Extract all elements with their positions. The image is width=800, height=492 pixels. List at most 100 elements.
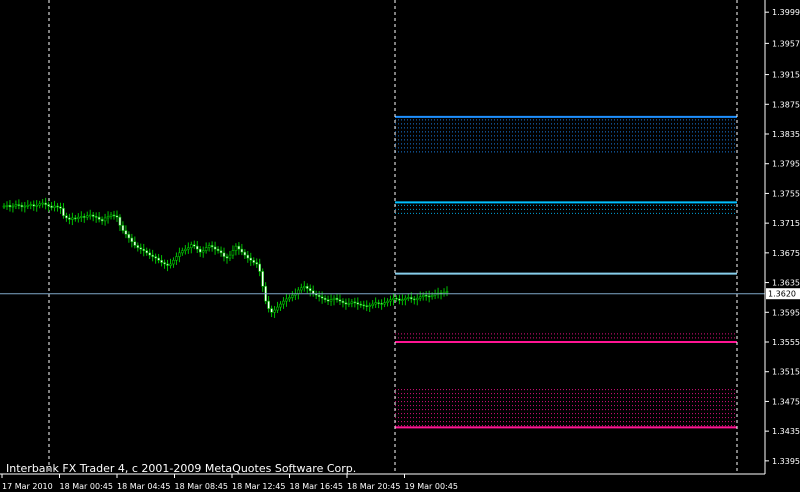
candle-body bbox=[133, 241, 137, 246]
y-tick-label: 1.3915 bbox=[772, 71, 800, 80]
y-tick-label: 1.3595 bbox=[772, 308, 800, 317]
candle-body bbox=[395, 297, 398, 300]
x-tick-label: 18 Mar 08:45 bbox=[175, 482, 228, 491]
candle-body bbox=[285, 298, 288, 302]
candle-body bbox=[32, 204, 36, 207]
candle-body bbox=[267, 300, 270, 309]
x-tick-label: 18 Mar 00:45 bbox=[60, 482, 113, 491]
candle-body bbox=[228, 254, 232, 259]
candle-body bbox=[237, 245, 241, 250]
candle-body bbox=[353, 301, 357, 304]
candle-body bbox=[142, 248, 146, 251]
copyright-text: Interbank FX Trader 4, c 2001-2009 MetaQ… bbox=[6, 462, 356, 475]
candle-body bbox=[410, 297, 413, 300]
candle-body bbox=[118, 216, 122, 226]
candle-body bbox=[88, 214, 92, 217]
candle-body bbox=[398, 298, 401, 301]
candle-body bbox=[157, 257, 160, 261]
candle-body bbox=[47, 204, 50, 207]
chart-background bbox=[0, 0, 800, 492]
candle-body bbox=[94, 216, 98, 218]
candle-body bbox=[26, 205, 30, 207]
candle-body bbox=[68, 217, 71, 220]
candle-body bbox=[190, 244, 193, 248]
candle-body bbox=[100, 219, 104, 222]
candle-body bbox=[404, 297, 407, 300]
candle-body bbox=[65, 215, 68, 219]
candle-body bbox=[198, 248, 202, 253]
candle-body bbox=[82, 216, 86, 218]
candle-body bbox=[23, 205, 27, 208]
y-tick-label: 1.3875 bbox=[772, 100, 800, 109]
candle-body bbox=[407, 297, 410, 299]
candle-body bbox=[246, 254, 250, 259]
candle-body bbox=[445, 291, 449, 293]
candle-body bbox=[91, 214, 95, 217]
candle-body bbox=[320, 296, 324, 299]
candle-body bbox=[71, 217, 74, 220]
candle-body bbox=[106, 216, 110, 219]
candle-body bbox=[192, 244, 196, 247]
x-tick-label: 18 Mar 04:45 bbox=[117, 482, 170, 491]
candle-body bbox=[418, 296, 422, 299]
candle-body bbox=[279, 303, 282, 308]
candle-body bbox=[59, 206, 62, 209]
candle-body bbox=[184, 248, 187, 251]
candle-body bbox=[20, 205, 24, 208]
candle-body bbox=[112, 214, 116, 217]
candle-body bbox=[240, 248, 244, 253]
candle-body bbox=[2, 205, 6, 208]
candle-body bbox=[377, 302, 380, 304]
current-price-label: 1.3620 bbox=[768, 290, 796, 299]
candle-body bbox=[166, 263, 169, 266]
candle-body bbox=[121, 225, 125, 231]
candle-body bbox=[85, 215, 89, 218]
candle-body bbox=[38, 203, 41, 206]
candle-body bbox=[8, 205, 12, 208]
candle-body bbox=[276, 306, 279, 311]
candle-body bbox=[5, 205, 9, 207]
candle-body bbox=[371, 303, 374, 306]
candle-body bbox=[172, 259, 175, 265]
candle-body bbox=[50, 205, 53, 208]
candle-body bbox=[136, 245, 140, 248]
candle-body bbox=[207, 245, 211, 248]
y-tick-label: 1.3475 bbox=[772, 397, 800, 406]
candle-body bbox=[297, 289, 300, 295]
candle-body bbox=[344, 302, 348, 305]
candle-body bbox=[421, 294, 425, 297]
x-tick-label: 18 Mar 12:45 bbox=[232, 482, 285, 491]
candle-body bbox=[178, 252, 181, 257]
x-tick-label: 18 Mar 16:45 bbox=[290, 482, 343, 491]
candle-body bbox=[243, 251, 247, 256]
candle-body bbox=[187, 247, 190, 250]
candle-body bbox=[392, 297, 395, 300]
candle-body bbox=[35, 205, 39, 207]
candle-body bbox=[430, 294, 434, 297]
candle-body bbox=[249, 257, 253, 261]
candle-body bbox=[326, 299, 330, 302]
candle-body bbox=[225, 256, 229, 259]
candle-body bbox=[181, 250, 184, 254]
x-tick-label: 17 Mar 2010 bbox=[2, 482, 53, 491]
price-chart[interactable]: 1.3999 1.3957 1.3915 1.3875 1.3835 1.3795 1.37… bbox=[0, 0, 800, 492]
candle-body bbox=[163, 262, 166, 265]
y-tick-label: 1.3957 bbox=[772, 39, 800, 48]
candle-body bbox=[201, 250, 205, 253]
candle-body bbox=[154, 256, 157, 259]
candle-body bbox=[17, 204, 21, 206]
candle-body bbox=[288, 297, 291, 300]
y-tick-label: 1.3999 bbox=[772, 8, 800, 17]
candle-body bbox=[11, 205, 15, 208]
candle-body bbox=[386, 300, 389, 303]
candle-body bbox=[127, 233, 131, 239]
candle-body bbox=[359, 303, 363, 306]
y-tick-label: 1.3755 bbox=[772, 189, 800, 198]
candle-body bbox=[124, 230, 128, 235]
candle-body bbox=[374, 302, 377, 305]
candle-body bbox=[29, 204, 33, 206]
y-tick-label: 1.3395 bbox=[772, 457, 800, 466]
candle-body bbox=[234, 245, 238, 251]
candle-body bbox=[261, 271, 264, 287]
candle-body bbox=[383, 302, 386, 305]
